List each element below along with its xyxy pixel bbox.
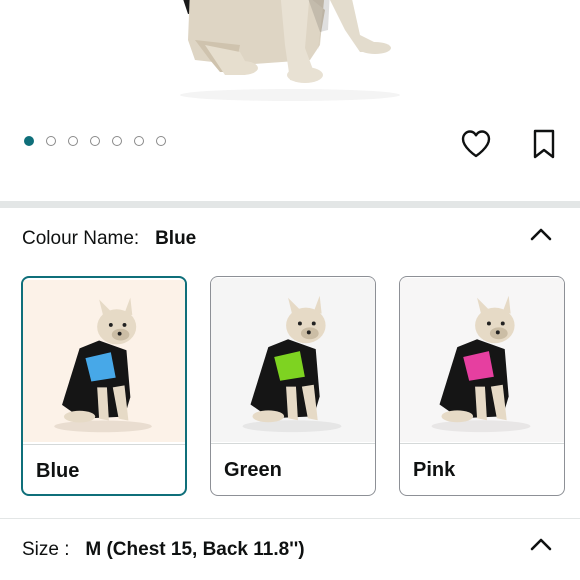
carousel-dot[interactable] (134, 136, 144, 146)
image-carousel-dots[interactable] (24, 136, 166, 146)
colour-option-blue[interactable]: Blue (21, 276, 187, 496)
chevron-up-icon[interactable] (527, 534, 555, 554)
colour-label: Colour Name: (22, 228, 140, 249)
carousel-dot[interactable] (90, 136, 100, 146)
colour-option-pink[interactable]: Pink (399, 276, 565, 496)
product-image[interactable] (0, 0, 580, 115)
colour-option-label: Blue (36, 460, 80, 482)
carousel-dot[interactable] (68, 136, 78, 146)
carousel-dot[interactable] (24, 136, 34, 146)
bookmark-icon (533, 129, 555, 159)
size-value: M (Chest 15, Back 11.8'') (85, 539, 305, 560)
size-label: Size : (22, 539, 70, 560)
colour-option-label: Pink (413, 459, 456, 481)
save-button[interactable] (526, 126, 562, 162)
colour-option-label: Green (224, 459, 282, 481)
colour-value: Blue (155, 228, 197, 249)
dog-vest-image (23, 280, 185, 442)
heart-icon (461, 130, 491, 158)
wishlist-button[interactable] (458, 126, 494, 162)
carousel-dot[interactable] (112, 136, 122, 146)
colour-name-row[interactable]: Colour Name: Blue (22, 228, 196, 250)
dog-photo (180, 0, 400, 101)
dog-vest-image (211, 278, 375, 442)
section-divider (0, 518, 580, 519)
carousel-dot[interactable] (46, 136, 56, 146)
size-row[interactable]: Size : M (Chest 15, Back 11.8'') (22, 539, 305, 561)
chevron-up-icon[interactable] (527, 224, 555, 244)
section-divider (0, 201, 580, 208)
dog-vest-image (400, 278, 564, 442)
colour-option-green[interactable]: Green (210, 276, 376, 496)
carousel-dot[interactable] (156, 136, 166, 146)
